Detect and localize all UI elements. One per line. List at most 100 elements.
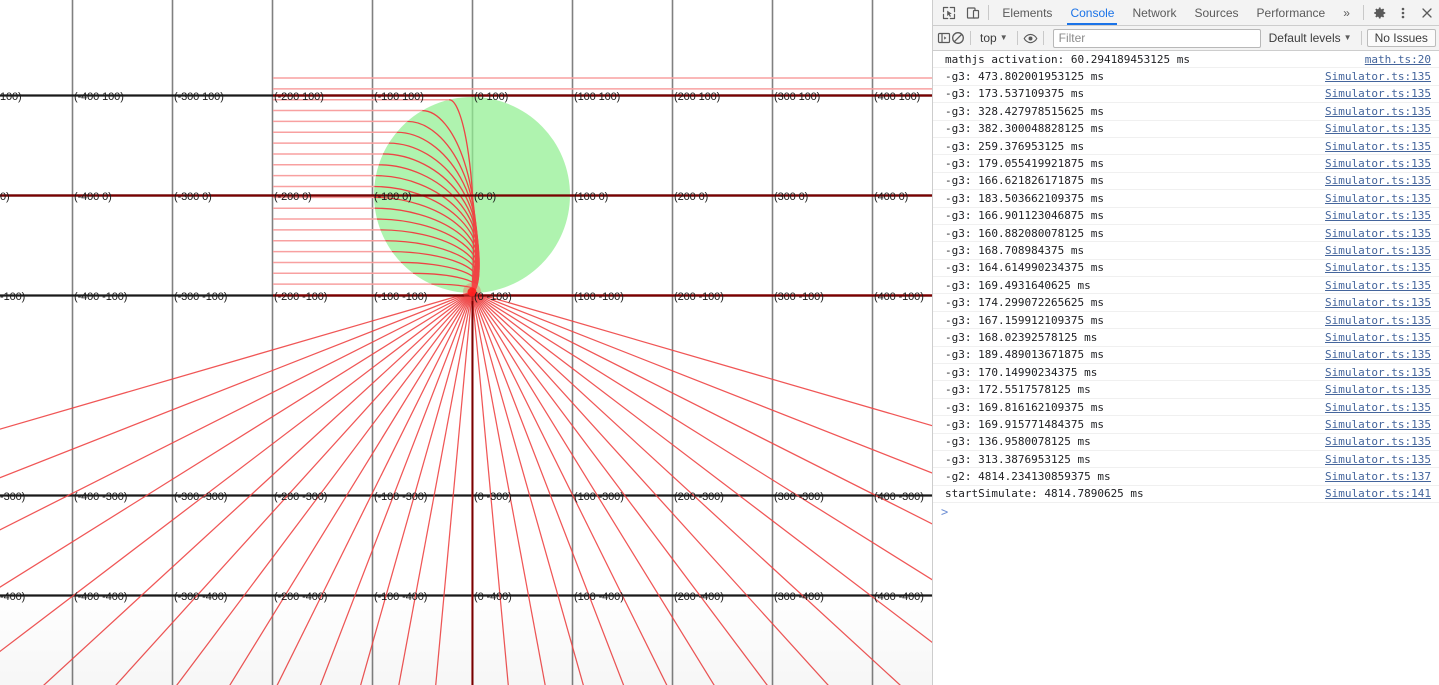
console-message-row[interactable]: -g3: 172.5517578125 ms Simulator.ts:135 <box>933 381 1439 399</box>
log-levels-selector[interactable]: Default levels ▼ <box>1265 29 1356 47</box>
console-message-source-link[interactable]: Simulator.ts:135 <box>1325 122 1439 135</box>
grid-coordinate-label: (300 100) <box>774 91 821 103</box>
console-message-row[interactable]: -g3: 259.376953125 ms Simulator.ts:135 <box>933 138 1439 156</box>
tab-console[interactable]: Console <box>1061 0 1123 25</box>
outgoing-ray <box>471 291 901 685</box>
console-message-source-link[interactable]: Simulator.ts:135 <box>1325 70 1439 83</box>
outgoing-ray <box>435 291 473 685</box>
console-message-row[interactable]: -g3: 313.3876953125 ms Simulator.ts:135 <box>933 451 1439 469</box>
console-message-row[interactable]: -g3: 164.614990234375 ms Simulator.ts:135 <box>933 260 1439 278</box>
console-message-source-link[interactable]: Simulator.ts:135 <box>1325 174 1439 187</box>
inspect-element-icon[interactable] <box>937 0 961 25</box>
grid-coordinate-label: (-200 -300) <box>274 491 328 503</box>
console-message-source-link[interactable]: Simulator.ts:135 <box>1325 401 1439 414</box>
console-message-row[interactable]: -g3: 166.621826171875 ms Simulator.ts:135 <box>933 173 1439 191</box>
outgoing-ray <box>471 291 932 581</box>
grid-coordinate-label: (300 -300) <box>774 491 824 503</box>
console-message-text: -g3: 328.427978515625 ms <box>945 104 1104 118</box>
console-message-row[interactable]: -g3: 169.816162109375 ms Simulator.ts:135 <box>933 399 1439 417</box>
live-expression-icon[interactable] <box>1023 26 1038 50</box>
grid-coordinate-label: (-300 0) <box>174 191 212 203</box>
console-message-text: -g3: 382.300048828125 ms <box>945 122 1104 136</box>
console-message-source-link[interactable]: Simulator.ts:135 <box>1325 296 1439 309</box>
issues-button[interactable]: No Issues <box>1366 29 1436 47</box>
console-message-text: -g3: 166.621826171875 ms <box>945 174 1104 188</box>
console-message-row[interactable]: -g3: 173.537109375 ms Simulator.ts:135 <box>933 86 1439 104</box>
console-message-source-link[interactable]: Simulator.ts:135 <box>1325 261 1439 274</box>
console-message-list[interactable]: mathjs activation: 60.294189453125 ms mat… <box>933 51 1439 685</box>
console-message-source-link[interactable]: Simulator.ts:135 <box>1325 366 1439 379</box>
console-message-row[interactable]: -g3: 166.901123046875 ms Simulator.ts:135 <box>933 208 1439 225</box>
console-message-source-link[interactable]: Simulator.ts:135 <box>1325 453 1439 466</box>
console-message-source-link[interactable]: Simulator.ts:135 <box>1325 331 1439 344</box>
console-message-row[interactable]: -g3: 169.915771484375 ms Simulator.ts:135 <box>933 416 1439 434</box>
gear-icon[interactable] <box>1368 0 1392 25</box>
console-message-text: -g3: 170.14990234375 ms <box>945 365 1098 379</box>
tab-performance[interactable]: Performance <box>1248 0 1335 25</box>
console-message-source-link[interactable]: Simulator.ts:135 <box>1325 105 1439 118</box>
grid-coordinate-label: (-100 0) <box>374 191 412 203</box>
console-message-source-link[interactable]: Simulator.ts:135 <box>1325 209 1439 222</box>
grid-coordinate-label: (-300 -100) <box>174 291 228 303</box>
console-message-row[interactable]: -g3: 328.427978515625 ms Simulator.ts:135 <box>933 103 1439 121</box>
console-message-source-link[interactable]: Simulator.ts:135 <box>1325 279 1439 292</box>
console-message-source-link[interactable]: Simulator.ts:135 <box>1325 418 1439 431</box>
console-message-row[interactable]: -g2: 4814.234130859375 ms Simulator.ts:13… <box>933 468 1439 486</box>
filter-input[interactable] <box>1052 28 1261 48</box>
close-icon[interactable] <box>1415 0 1439 25</box>
console-message-row[interactable]: -g3: 189.489013671875 ms Simulator.ts:135 <box>933 347 1439 365</box>
grid-coordinate-label: (100 -100) <box>574 291 624 303</box>
console-message-row[interactable]: -g3: 174.299072265625 ms Simulator.ts:135 <box>933 294 1439 312</box>
outgoing-ray <box>319 291 473 685</box>
console-sidebar-icon[interactable] <box>937 26 951 50</box>
console-message-text: -g3: 174.299072265625 ms <box>945 296 1104 310</box>
grid-coordinate-label: (-400 -300) <box>74 491 128 503</box>
console-message-row[interactable]: -g3: 179.055419921875 ms Simulator.ts:135 <box>933 155 1439 173</box>
console-message-row[interactable]: -g3: 167.159912109375 ms Simulator.ts:135 <box>933 312 1439 330</box>
kebab-menu-icon[interactable] <box>1392 0 1416 25</box>
tab-sources[interactable]: Sources <box>1185 0 1247 25</box>
console-message-source-link[interactable]: Simulator.ts:137 <box>1325 470 1439 483</box>
console-message-text: -g3: 168.708984375 ms <box>945 243 1085 257</box>
console-message-source-link[interactable]: math.ts:20 <box>1365 53 1439 66</box>
console-message-source-link[interactable]: Simulator.ts:135 <box>1325 435 1439 448</box>
console-message-text: -g3: 169.4931640625 ms <box>945 278 1091 292</box>
tab-network[interactable]: Network <box>1123 0 1185 25</box>
grid-coordinate-label: (0 100) <box>474 91 509 103</box>
console-message-row[interactable]: startSimulate: 4814.7890625 ms Simulator.… <box>933 486 1439 504</box>
console-message-source-link[interactable]: Simulator.ts:141 <box>1325 487 1439 500</box>
console-message-row[interactable]: -g3: 160.882080078125 ms Simulator.ts:135 <box>933 225 1439 243</box>
console-prompt[interactable]: > <box>933 503 1439 521</box>
device-toolbar-icon[interactable] <box>961 0 985 25</box>
console-message-row[interactable]: -g3: 382.300048828125 ms Simulator.ts:135 <box>933 121 1439 138</box>
console-message-row[interactable]: -g3: 169.4931640625 ms Simulator.ts:135 <box>933 277 1439 295</box>
outgoing-ray <box>229 291 473 685</box>
tab-elements[interactable]: Elements <box>993 0 1061 25</box>
execution-context-selector[interactable]: top ▼ <box>976 29 1012 47</box>
more-tabs-chevron-icon[interactable]: » <box>1334 0 1359 25</box>
console-message-row[interactable]: -g3: 183.503662109375 ms Simulator.ts:135 <box>933 190 1439 208</box>
console-message-source-link[interactable]: Simulator.ts:135 <box>1325 157 1439 170</box>
console-message-row[interactable]: -g3: 136.9580078125 ms Simulator.ts:135 <box>933 434 1439 451</box>
console-message-source-link[interactable]: Simulator.ts:135 <box>1325 244 1439 257</box>
grid-coordinate-label: -100) <box>0 291 26 303</box>
outgoing-ray <box>0 291 473 531</box>
console-message-row[interactable]: -g3: 168.02392578125 ms Simulator.ts:135 <box>933 329 1439 347</box>
console-message-source-link[interactable]: Simulator.ts:135 <box>1325 348 1439 361</box>
console-message-row[interactable]: -g3: 170.14990234375 ms Simulator.ts:135 <box>933 364 1439 382</box>
console-message-source-link[interactable]: Simulator.ts:135 <box>1325 383 1439 396</box>
console-message-row[interactable]: -g3: 168.708984375 ms Simulator.ts:135 <box>933 242 1439 260</box>
console-message-row[interactable]: mathjs activation: 60.294189453125 ms mat… <box>933 51 1439 69</box>
console-message-source-link[interactable]: Simulator.ts:135 <box>1325 87 1439 100</box>
grid-coordinate-label: (0 -400) <box>474 591 512 603</box>
console-message-source-link[interactable]: Simulator.ts:135 <box>1325 192 1439 205</box>
console-message-row[interactable]: -g3: 473.802001953125 ms Simulator.ts:135 <box>933 68 1439 86</box>
console-message-source-link[interactable]: Simulator.ts:135 <box>1325 314 1439 327</box>
grid-coordinate-label: (-300 100) <box>174 91 224 103</box>
simulator-canvas-panel[interactable]: 100) (-400 100) (-300 100) (-200 100) (-100 … <box>0 0 932 685</box>
console-message-text: -g3: 172.5517578125 ms <box>945 383 1091 397</box>
grid-coordinate-label: (-400 100) <box>74 91 124 103</box>
clear-console-icon[interactable] <box>951 26 965 50</box>
console-message-source-link[interactable]: Simulator.ts:135 <box>1325 227 1439 240</box>
console-message-source-link[interactable]: Simulator.ts:135 <box>1325 140 1439 153</box>
